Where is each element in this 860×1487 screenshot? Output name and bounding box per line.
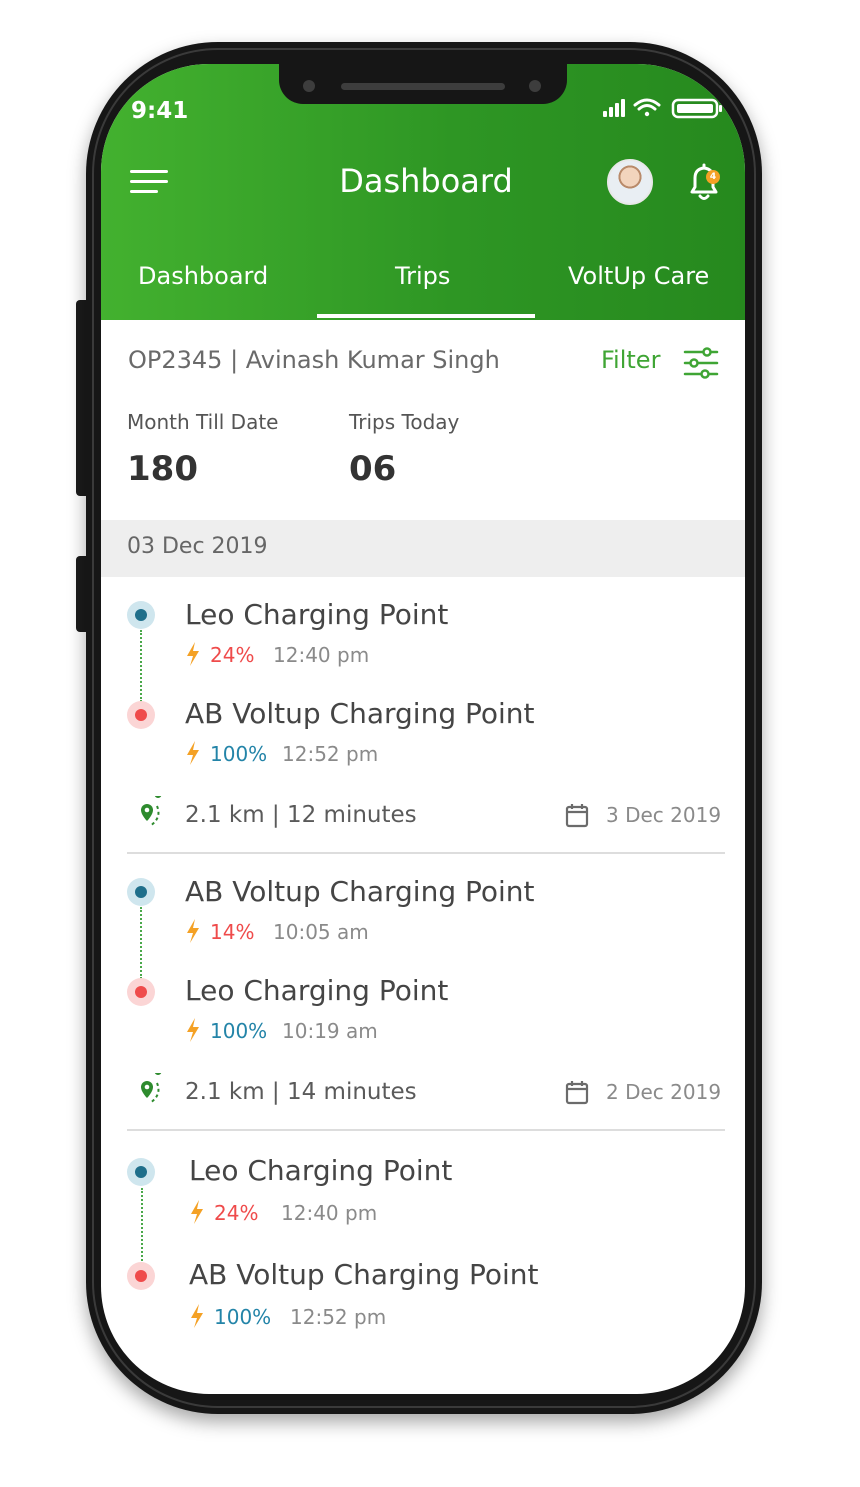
wifi-icon (633, 98, 661, 117)
bolt-icon (187, 919, 199, 943)
start-location: AB Voltup Charging Point (185, 875, 535, 908)
start-charge: 24% (210, 643, 255, 667)
route-icon (141, 796, 162, 827)
route-line (141, 1188, 143, 1268)
end-dot-icon (127, 978, 155, 1006)
route-line (140, 630, 142, 702)
battery-icon (671, 98, 722, 119)
start-location: Leo Charging Point (189, 1154, 453, 1187)
route-icon (141, 1073, 162, 1104)
sensor-icon (529, 80, 541, 92)
start-time: 12:40 pm (273, 643, 370, 667)
end-charge: 100% (210, 1019, 268, 1043)
avatar[interactable] (607, 159, 653, 205)
trip-summary: 2.1 km | 14 minutes (185, 1079, 417, 1105)
section-date: 03 Dec 2019 (127, 534, 268, 559)
end-charge: 100% (214, 1305, 272, 1329)
end-charge: 100% (210, 742, 268, 766)
trip-summary: 2.1 km | 12 minutes (185, 802, 417, 828)
start-time: 12:40 pm (281, 1201, 378, 1225)
start-dot-icon (127, 878, 155, 906)
stat-month-label: Month Till Date (127, 410, 279, 434)
phone-notch (279, 64, 567, 104)
bolt-icon (187, 1018, 199, 1042)
trip-date: 3 Dec 2019 (606, 803, 722, 827)
end-dot-icon (127, 1262, 155, 1290)
bolt-icon (187, 642, 199, 666)
active-tab-indicator (317, 314, 535, 318)
menu-icon[interactable] (130, 170, 168, 194)
trip-date: 2 Dec 2019 (606, 1080, 722, 1104)
speaker-grille (341, 83, 505, 90)
page-title: Dashboard (339, 162, 513, 200)
end-dot-icon (127, 701, 155, 729)
start-dot-icon (127, 1158, 155, 1186)
trip-divider (127, 852, 725, 854)
start-dot-icon (127, 601, 155, 629)
end-location: AB Voltup Charging Point (185, 697, 535, 730)
status-icons (603, 98, 722, 119)
bolt-icon (191, 1200, 203, 1224)
date-section-header: 03 Dec 2019 (101, 520, 745, 577)
calendar-icon (565, 804, 589, 828)
stat-month-value: 180 (127, 449, 198, 489)
driver-info: OP2345 | Avinash Kumar Singh (128, 346, 500, 374)
calendar-icon (565, 1081, 589, 1105)
filter-button[interactable]: Filter (601, 346, 660, 374)
camera-icon (303, 80, 315, 92)
end-time: 12:52 pm (282, 742, 379, 766)
tab-trips[interactable]: Trips (395, 262, 450, 290)
bolt-icon (191, 1304, 203, 1328)
status-time: 9:41 (131, 98, 189, 124)
start-charge: 14% (210, 920, 255, 944)
end-location: Leo Charging Point (185, 974, 449, 1007)
start-location: Leo Charging Point (185, 598, 449, 631)
signal-icon (603, 99, 625, 117)
end-time: 12:52 pm (290, 1305, 387, 1329)
end-location: AB Voltup Charging Point (189, 1258, 539, 1291)
start-time: 10:05 am (273, 920, 369, 944)
start-charge: 24% (214, 1201, 259, 1225)
trip-divider (127, 1129, 725, 1131)
tab-voltup-care[interactable]: VoltUp Care (568, 262, 709, 290)
app-screen: 9:41 Dashboard 4 Dashboard Trips VoltUp … (101, 64, 745, 1394)
bolt-icon (187, 741, 199, 765)
filter-icon[interactable] (683, 345, 719, 381)
notification-badge: 4 (706, 170, 720, 184)
stat-today-value: 06 (349, 449, 397, 489)
stat-today-label: Trips Today (349, 410, 460, 434)
route-line (140, 907, 142, 979)
tab-dashboard[interactable]: Dashboard (138, 262, 268, 290)
end-time: 10:19 am (282, 1019, 378, 1043)
